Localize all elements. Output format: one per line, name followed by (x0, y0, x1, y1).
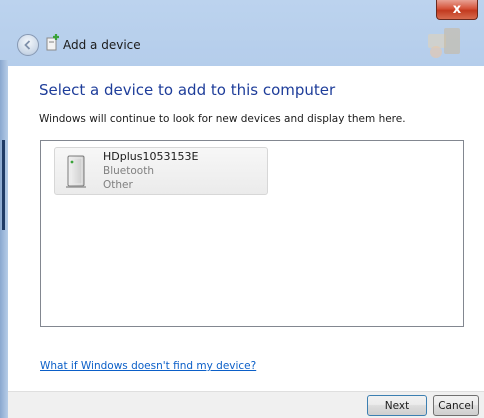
device-category: Other (103, 179, 133, 191)
generic-device-icon (66, 155, 86, 188)
window-frame: x Add a device Select a device to add to… (0, 0, 484, 418)
content-pane: Select a device to add to this computer … (8, 66, 484, 391)
page-heading: Select a device to add to this computer (39, 81, 336, 99)
close-label: x (452, 2, 462, 17)
back-button[interactable] (17, 34, 39, 56)
devices-decoration-icon (428, 28, 460, 58)
device-connection-type: Bluetooth (103, 165, 154, 177)
device-list[interactable]: HDplus1053153E Bluetooth Other (40, 140, 464, 327)
help-link[interactable]: What if Windows doesn't find my device? (40, 360, 256, 372)
device-item[interactable]: HDplus1053153E Bluetooth Other (54, 147, 268, 195)
button-bar: Next Cancel (8, 391, 484, 418)
add-device-icon (46, 34, 59, 51)
device-name: HDplus1053153E (103, 150, 199, 163)
window-left-edge (0, 60, 8, 418)
next-button[interactable]: Next (367, 395, 427, 416)
instruction-text: Windows will continue to look for new de… (39, 113, 406, 125)
close-button[interactable]: x (436, 0, 478, 20)
back-arrow-icon (24, 40, 31, 50)
cancel-button[interactable]: Cancel (433, 395, 479, 416)
window-title: Add a device (63, 38, 141, 52)
